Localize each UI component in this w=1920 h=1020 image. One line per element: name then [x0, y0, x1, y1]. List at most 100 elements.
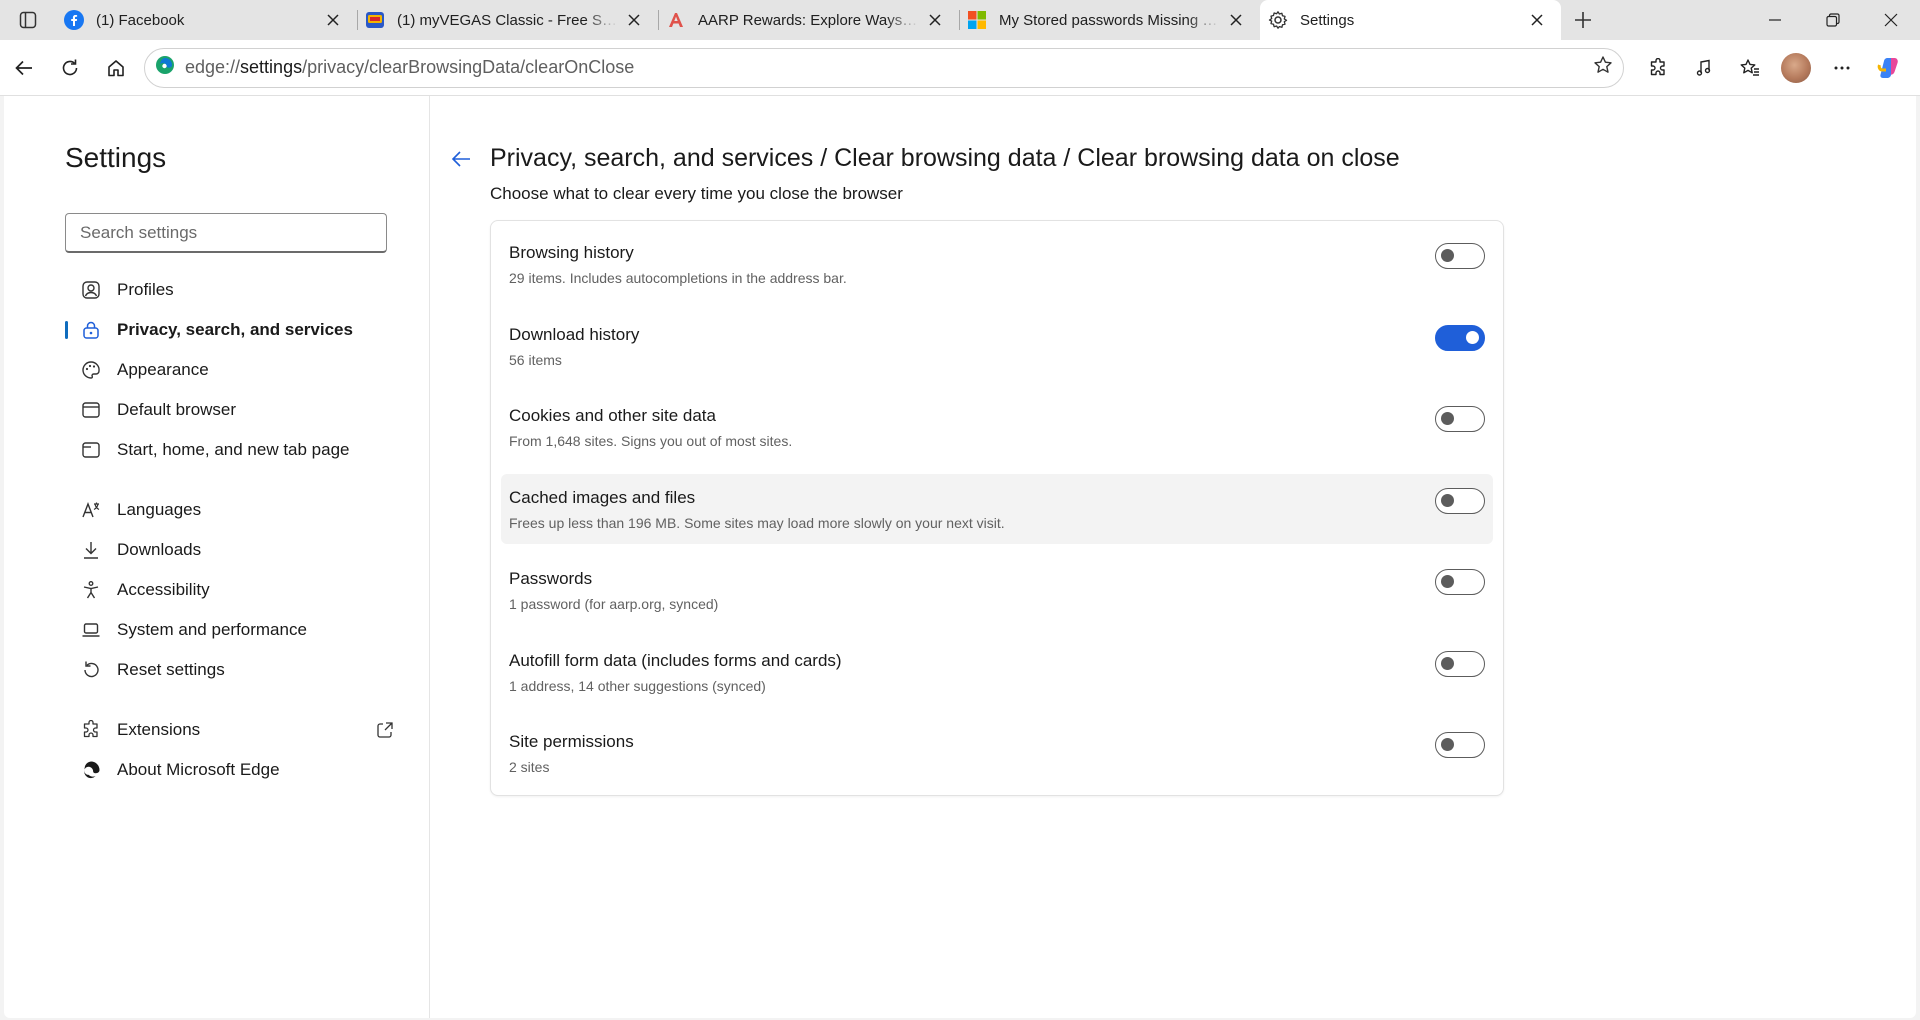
passwords-toggle[interactable]: [1435, 569, 1485, 595]
setting-row-autofill: Autofill form data (includes forms and c…: [501, 637, 1493, 707]
toggle-knob: [1441, 249, 1454, 262]
settings-nav: Profiles Privacy, search, and services A…: [65, 270, 395, 790]
extensions-button[interactable]: [1636, 48, 1680, 88]
external-link-icon[interactable]: [375, 720, 395, 745]
media-control-button[interactable]: [1682, 48, 1726, 88]
tab-title: Settings: [1300, 11, 1355, 29]
tab-title: My Stored passwords Missing - Microsoft: [999, 11, 1220, 29]
home-icon: [108, 59, 124, 76]
autofill-toggle[interactable]: [1435, 650, 1485, 677]
sidebar-item-reset[interactable]: Reset settings: [65, 650, 395, 690]
minimize-button[interactable]: [1746, 0, 1804, 40]
close-tab-icon[interactable]: [925, 10, 945, 30]
back-arrow-icon: [15, 60, 32, 75]
sidebar-item-system-performance[interactable]: System and performance: [65, 610, 395, 650]
laptop-icon: [81, 620, 101, 640]
sidebar-item-downloads[interactable]: Downloads: [65, 530, 395, 570]
sidebar-item-start-home[interactable]: Start, home, and new tab page: [65, 430, 395, 470]
sidebar-item-label: Start, home, and new tab page: [117, 440, 350, 459]
url-path: /privacy/clearBrowsingData/clearOnClose: [302, 57, 635, 77]
puzzle-icon: [1650, 57, 1665, 75]
search-settings-input[interactable]: [65, 213, 387, 253]
close-tab-icon[interactable]: [1527, 10, 1547, 30]
tab-aarp[interactable]: AARP Rewards: Explore Ways to Redeem: [658, 0, 959, 40]
refresh-button[interactable]: [48, 48, 92, 88]
sidebar-item-accessibility[interactable]: Accessibility: [65, 570, 395, 610]
tab-strip: (1) Facebook (1) myVEGAS Classic - Free …: [0, 0, 1920, 40]
cookies-toggle[interactable]: [1435, 406, 1485, 432]
toolbar-right: [1634, 48, 1910, 88]
toggle-knob: [1466, 330, 1479, 344]
tab-microsoft-passwords[interactable]: My Stored passwords Missing - Microsoft: [959, 0, 1260, 40]
cached-images-toggle[interactable]: [1435, 487, 1485, 514]
minimize-icon: [1769, 19, 1781, 21]
favorites-icon: [1740, 58, 1759, 76]
sidebar-item-label: System and performance: [117, 620, 307, 639]
myvegas-icon: [365, 10, 385, 30]
url-host: settings: [240, 57, 303, 77]
sidebar-item-privacy[interactable]: Privacy, search, and services: [65, 310, 395, 350]
sidebar-item-languages[interactable]: Languages: [65, 490, 395, 530]
browser-toolbar: edge://settings/privacy/clearBrowsingDat…: [0, 40, 1920, 96]
favorites-button[interactable]: [1728, 48, 1772, 88]
sidebar-item-label: Extensions: [117, 720, 201, 739]
sidebar-item-about[interactable]: About Microsoft Edge: [65, 750, 395, 790]
close-tab-icon[interactable]: [1226, 10, 1246, 30]
tab-title: (1) Facebook: [96, 11, 185, 29]
address-bar[interactable]: edge://settings/privacy/clearBrowsingDat…: [144, 47, 1624, 88]
profile-button[interactable]: [1774, 48, 1818, 88]
microsoft-icon: [967, 10, 987, 30]
sidebar-item-label: Downloads: [117, 540, 202, 559]
tab-myvegas[interactable]: (1) myVEGAS Classic - Free Slots | Play: [357, 0, 658, 40]
aarp-icon: [666, 10, 686, 30]
download-history-toggle[interactable]: [1435, 324, 1485, 351]
setting-description: 1 address, 14 other suggestions (synced): [509, 677, 766, 694]
url-text: edge://settings/privacy/clearBrowsingDat…: [185, 57, 1593, 78]
restore-button[interactable]: [1804, 0, 1862, 40]
setting-row-download-history: Download history 56 items: [501, 311, 1493, 381]
close-tab-icon[interactable]: [624, 10, 644, 30]
sidebar-item-profiles[interactable]: Profiles: [65, 270, 395, 310]
gear-icon: [1268, 10, 1288, 30]
setting-row-browsing-history: Browsing history 29 items. Includes auto…: [501, 229, 1493, 299]
music-note-icon: [1696, 59, 1711, 76]
clear-on-close-card: Browsing history 29 items. Includes auto…: [490, 220, 1504, 796]
extensions-icon: [81, 720, 101, 740]
toggle-knob: [1441, 575, 1454, 588]
toggle-knob: [1441, 738, 1454, 751]
browsing-history-toggle[interactable]: [1435, 243, 1485, 269]
tab-actions-button[interactable]: [0, 0, 56, 40]
refresh-icon: [62, 59, 78, 75]
site-permissions-toggle[interactable]: [1435, 732, 1485, 758]
sidebar-item-label: Appearance: [117, 360, 209, 379]
edge-icon: [81, 760, 101, 780]
favorite-star-icon[interactable]: [1593, 55, 1613, 80]
restore-icon: [1826, 13, 1840, 27]
ellipsis-icon: [1834, 66, 1850, 69]
setting-title: Cached images and files: [509, 487, 696, 507]
setting-title: Autofill form data (includes forms and c…: [509, 650, 842, 670]
home-button[interactable]: [94, 48, 138, 88]
setting-description: 29 items. Includes autocompletions in th…: [509, 270, 847, 286]
tab-facebook[interactable]: (1) Facebook: [56, 0, 357, 40]
plus-icon: [1575, 12, 1591, 28]
copilot-button[interactable]: [1866, 48, 1910, 88]
sidebar-item-appearance[interactable]: Appearance: [65, 350, 395, 390]
more-options-button[interactable]: [1820, 48, 1864, 88]
settings-page: Settings Profiles Privacy, search, and s…: [4, 96, 1916, 1018]
close-tab-icon[interactable]: [323, 10, 343, 30]
sidebar-item-extensions[interactable]: Extensions: [65, 710, 395, 750]
back-button[interactable]: [2, 48, 46, 88]
tab-settings[interactable]: Settings: [1260, 0, 1561, 40]
edge-icon: [155, 55, 175, 80]
palette-icon: [81, 360, 101, 380]
setting-description: Frees up less than 196 MB. Some sites ma…: [509, 514, 1005, 531]
new-tab-button[interactable]: [1561, 0, 1605, 40]
sidebar-item-default-browser[interactable]: Default browser: [65, 390, 395, 430]
setting-row-cached-images: Cached images and files Frees up less th…: [501, 473, 1493, 544]
close-window-button[interactable]: [1862, 0, 1920, 40]
lock-icon: [81, 320, 101, 340]
toggle-knob: [1441, 412, 1454, 425]
back-arrow-icon[interactable]: [450, 148, 472, 175]
